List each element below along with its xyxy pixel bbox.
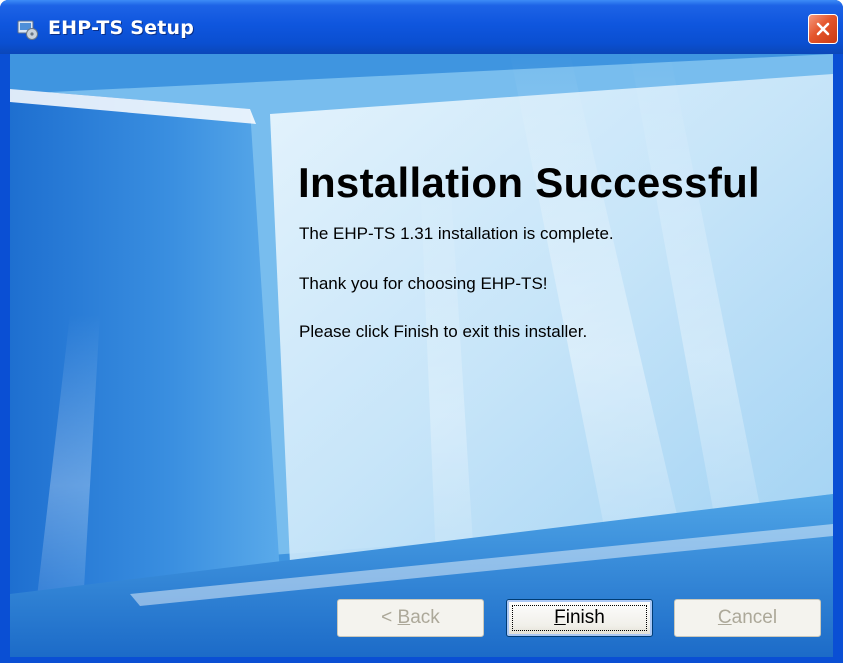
thank-you-message: Thank you for choosing EHP-TS! (299, 274, 548, 293)
back-button-rest: ack (410, 607, 440, 628)
finish-instruction: Please click Finish to exit this install… (299, 322, 588, 341)
background-artwork (10, 54, 833, 657)
finish-button-mnemonic: F (554, 607, 566, 628)
back-button-mnemonic: B (397, 607, 411, 628)
title-bar[interactable]: EHP-TS Setup (0, 0, 843, 54)
close-x-icon (816, 22, 830, 36)
cancel-button-rest: ancel (731, 607, 778, 628)
back-button-prefix: < (381, 607, 398, 628)
cancel-button[interactable]: Cancel (674, 599, 821, 637)
window-title: EHP-TS Setup (48, 17, 195, 39)
completion-message: The EHP-TS 1.31 installation is complete… (299, 224, 614, 243)
page-heading: Installation Successful (298, 159, 761, 206)
back-button[interactable]: < Back (337, 599, 484, 637)
installer-app-icon (17, 19, 39, 41)
setup-window: EHP-TS Setup Installation Successful The… (0, 0, 843, 663)
finish-button-rest: inish (565, 607, 605, 628)
wizard-panel: Installation Successful The EHP-TS 1.31 … (10, 54, 833, 657)
finish-button[interactable]: Finish (506, 599, 653, 637)
cancel-button-mnemonic: C (717, 607, 732, 628)
close-button[interactable] (808, 14, 838, 44)
